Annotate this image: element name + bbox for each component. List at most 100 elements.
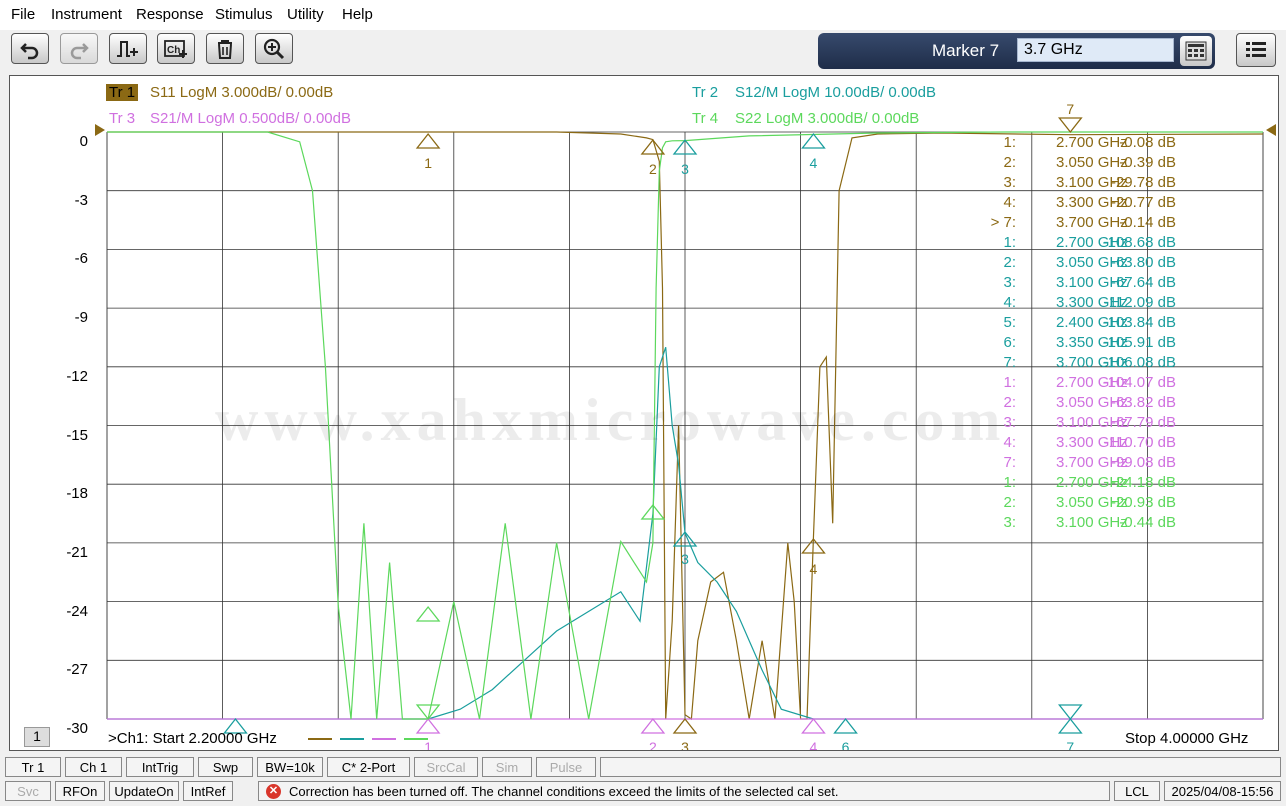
marker-label: 3 xyxy=(681,551,689,567)
marker-val: -20.93 dB xyxy=(1110,494,1176,511)
marker-label: 2 xyxy=(649,739,657,750)
undo-icon xyxy=(20,42,39,59)
marker-num: 7: xyxy=(1003,454,1016,471)
y-tick-label: -9 xyxy=(74,309,88,327)
marker-val: -104.07 dB xyxy=(1102,374,1176,391)
reference-level-arrow[interactable] xyxy=(1266,124,1276,136)
error-message: Correction has been turned off. The chan… xyxy=(289,784,839,799)
marker-triangle[interactable] xyxy=(415,717,441,734)
undo-button[interactable] xyxy=(11,33,49,64)
marker-num: 3: xyxy=(1003,514,1016,531)
trace-1-label[interactable]: S11 LogM 3.000dB/ 0.00dB xyxy=(150,84,333,101)
trace-1-tag[interactable]: Tr 1 xyxy=(106,84,139,101)
status-button-bw-10k[interactable]: BW=10k xyxy=(257,757,323,777)
marker-entry-panel: Marker 7 3.7 GHz xyxy=(818,33,1215,69)
marker-val: -63.82 dB xyxy=(1110,394,1176,411)
marker-triangle[interactable] xyxy=(640,138,666,155)
menu-help[interactable]: Help xyxy=(342,6,373,23)
trace-2-label[interactable]: S12/M LogM 10.00dB/ 0.00dB xyxy=(735,84,936,101)
menu-utility[interactable]: Utility xyxy=(287,6,324,23)
status-button-ch-1[interactable]: Ch 1 xyxy=(65,757,122,777)
measurement-display[interactable]: 7 1 2 3 4 4 3 1 2 3 4 6 7 www.xahxmicrowave.com Tr 1… xyxy=(9,75,1279,751)
marker-num: 5: xyxy=(1003,314,1016,331)
calculator-icon xyxy=(1185,41,1207,61)
start-frequency[interactable]: >Ch1: Start 2.20000 GHz xyxy=(108,730,277,747)
marker-val: -67.64 dB xyxy=(1110,274,1176,291)
status-button-srccal[interactable]: SrcCal xyxy=(414,757,478,777)
marker-value-input[interactable]: 3.7 GHz xyxy=(1017,38,1174,62)
marker-label: 4 xyxy=(810,155,818,171)
trace-legend-lines xyxy=(308,738,428,740)
marker-triangle[interactable] xyxy=(833,717,858,734)
marker-val: -0.39 dB xyxy=(1119,154,1176,171)
trace-4-label[interactable]: S22 LogM 3.000dB/ 0.00dB xyxy=(735,110,919,127)
status-button-tr-1[interactable]: Tr 1 xyxy=(5,757,61,777)
status-button-updateon[interactable]: UpdateOn xyxy=(109,781,179,801)
marker-triangle[interactable] xyxy=(1057,704,1083,721)
marker-num: 7: xyxy=(1003,354,1016,371)
marker-triangle[interactable] xyxy=(640,717,666,734)
status-button-rfon[interactable]: RFOn xyxy=(55,781,105,801)
error-message-bar: ✕ Correction has been turned off. The ch… xyxy=(258,781,1110,801)
marker-label: 3 xyxy=(681,161,689,177)
menu-response[interactable]: Response xyxy=(136,6,204,23)
status-button-sim[interactable]: Sim xyxy=(482,757,532,777)
marker-label: 7 xyxy=(1066,101,1074,117)
marker-val: -112.09 dB xyxy=(1103,294,1176,311)
marker-val: -108.68 dB xyxy=(1102,234,1176,251)
menu-instrument[interactable]: Instrument xyxy=(51,6,122,23)
marker-num: 2: xyxy=(1003,494,1016,511)
marker-num: 2: xyxy=(1003,154,1016,171)
menu-stimulus[interactable]: Stimulus xyxy=(215,6,273,23)
svg-text:Ch: Ch xyxy=(167,45,180,56)
marker-triangle[interactable] xyxy=(801,132,826,149)
list-menu-icon xyxy=(1246,42,1266,57)
marker-triangle[interactable] xyxy=(1057,117,1083,134)
add-channel-button[interactable]: Ch xyxy=(157,33,195,64)
zoom-button[interactable] xyxy=(255,33,293,64)
y-tick-label: -12 xyxy=(66,367,88,385)
y-tick-label: -30 xyxy=(66,720,88,737)
channel-number-badge[interactable]: 1 xyxy=(24,727,50,747)
marker-triangle[interactable] xyxy=(415,605,441,622)
marker-num: 2: xyxy=(1003,394,1016,411)
status-button-intref[interactable]: IntRef xyxy=(183,781,233,801)
marker-num: 1: xyxy=(1003,374,1016,391)
trace-3-tag[interactable]: Tr 3 xyxy=(109,110,135,127)
y-tick-label: -18 xyxy=(66,485,88,503)
marker-triangle[interactable] xyxy=(415,132,441,149)
reference-level-arrow[interactable] xyxy=(95,124,105,136)
watermark-text: www.xahxmicrowave.com xyxy=(215,387,1007,453)
redo-button[interactable] xyxy=(60,33,98,64)
softkey-menu-button[interactable] xyxy=(1236,33,1276,67)
marker-label: 7 xyxy=(1066,739,1074,750)
marker-val: -106.08 dB xyxy=(1102,354,1176,371)
status-button-swp[interactable]: Swp xyxy=(198,757,253,777)
trace-4-tag[interactable]: Tr 4 xyxy=(692,110,718,127)
marker-num: 6: xyxy=(1003,334,1016,351)
delete-button[interactable] xyxy=(206,33,244,64)
menu-file[interactable]: File xyxy=(11,6,35,23)
status-button-inttrig[interactable]: IntTrig xyxy=(126,757,194,777)
stop-frequency[interactable]: Stop 4.00000 GHz xyxy=(1125,730,1248,747)
marker-val: -99.08 dB xyxy=(1110,454,1176,471)
marker-val: -105.91 dB xyxy=(1102,334,1176,351)
keypad-button[interactable] xyxy=(1180,36,1212,66)
error-icon: ✕ xyxy=(266,784,281,799)
y-tick-label: -15 xyxy=(66,426,88,444)
marker-val: -67.79 dB xyxy=(1110,414,1176,431)
add-trace-button[interactable] xyxy=(109,33,147,64)
marker-triangle[interactable] xyxy=(1057,717,1083,734)
marker-num: 4: xyxy=(1003,194,1016,211)
status-button-c-2-port[interactable]: C* 2-Port xyxy=(327,757,410,777)
marker-val: -20.77 dB xyxy=(1110,194,1176,211)
y-tick-label: -3 xyxy=(74,191,88,209)
marker-triangle[interactable] xyxy=(672,717,698,734)
zoom-in-icon xyxy=(263,38,285,59)
status-button-pulse[interactable]: Pulse xyxy=(536,757,596,777)
trace-3-label[interactable]: S21/M LogM 0.500dB/ 0.00dB xyxy=(150,110,351,127)
trace-2-tag[interactable]: Tr 2 xyxy=(692,84,718,101)
status-button-svc[interactable]: Svc xyxy=(5,781,51,801)
y-tick-label: -27 xyxy=(66,661,88,679)
marker-triangle[interactable] xyxy=(801,717,826,734)
